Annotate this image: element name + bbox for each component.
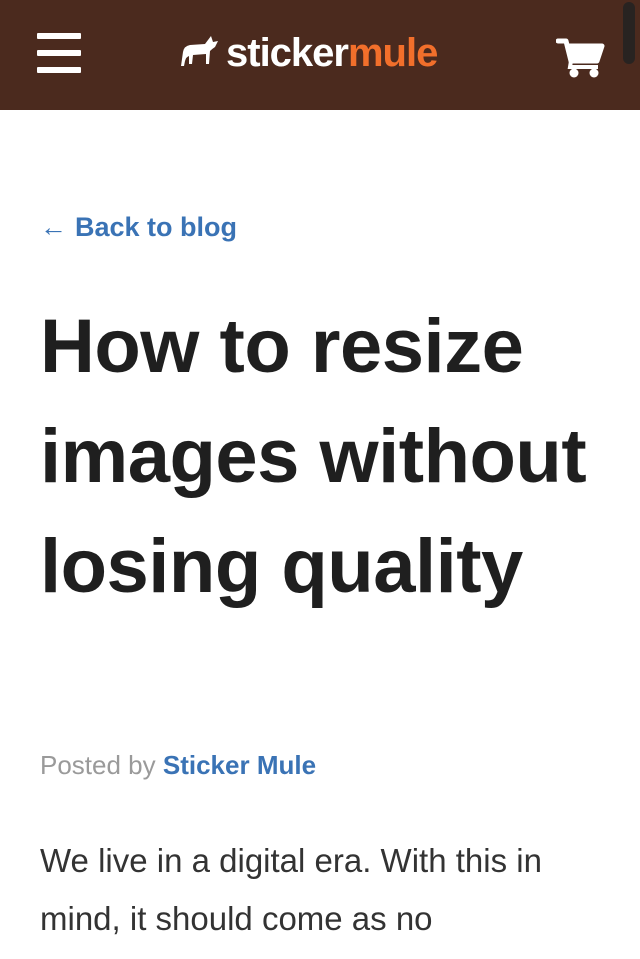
scrollbar-thumb[interactable] — [623, 2, 635, 64]
byline-prefix: Posted by — [40, 750, 156, 780]
menu-bar-line — [37, 33, 81, 39]
article-body-preview: We live in a digital era. With this in m… — [40, 842, 542, 937]
cart-graphic — [555, 38, 605, 78]
top-navigation-bar: sticker mule — [0, 0, 640, 110]
logo-word-mule: mule — [347, 30, 438, 75]
back-to-blog-link[interactable]: ← Back to blog — [40, 212, 237, 243]
shopping-cart-icon[interactable] — [555, 37, 606, 79]
menu-bar-line — [37, 50, 81, 56]
hamburger-menu-icon[interactable] — [37, 33, 81, 73]
article-title: How to resize images without losing qual… — [40, 304, 587, 609]
back-to-blog-label: Back to blog — [75, 212, 238, 242]
logo-word-sticker: sticker — [226, 30, 349, 75]
author-link[interactable]: Sticker Mule — [163, 750, 316, 780]
sticker-mule-logo[interactable]: sticker mule — [178, 28, 438, 78]
mule-icon — [181, 36, 218, 66]
menu-bar-line — [37, 67, 81, 73]
left-arrow-icon: ← — [40, 212, 67, 242]
byline: Posted by Sticker Mule — [40, 750, 316, 781]
